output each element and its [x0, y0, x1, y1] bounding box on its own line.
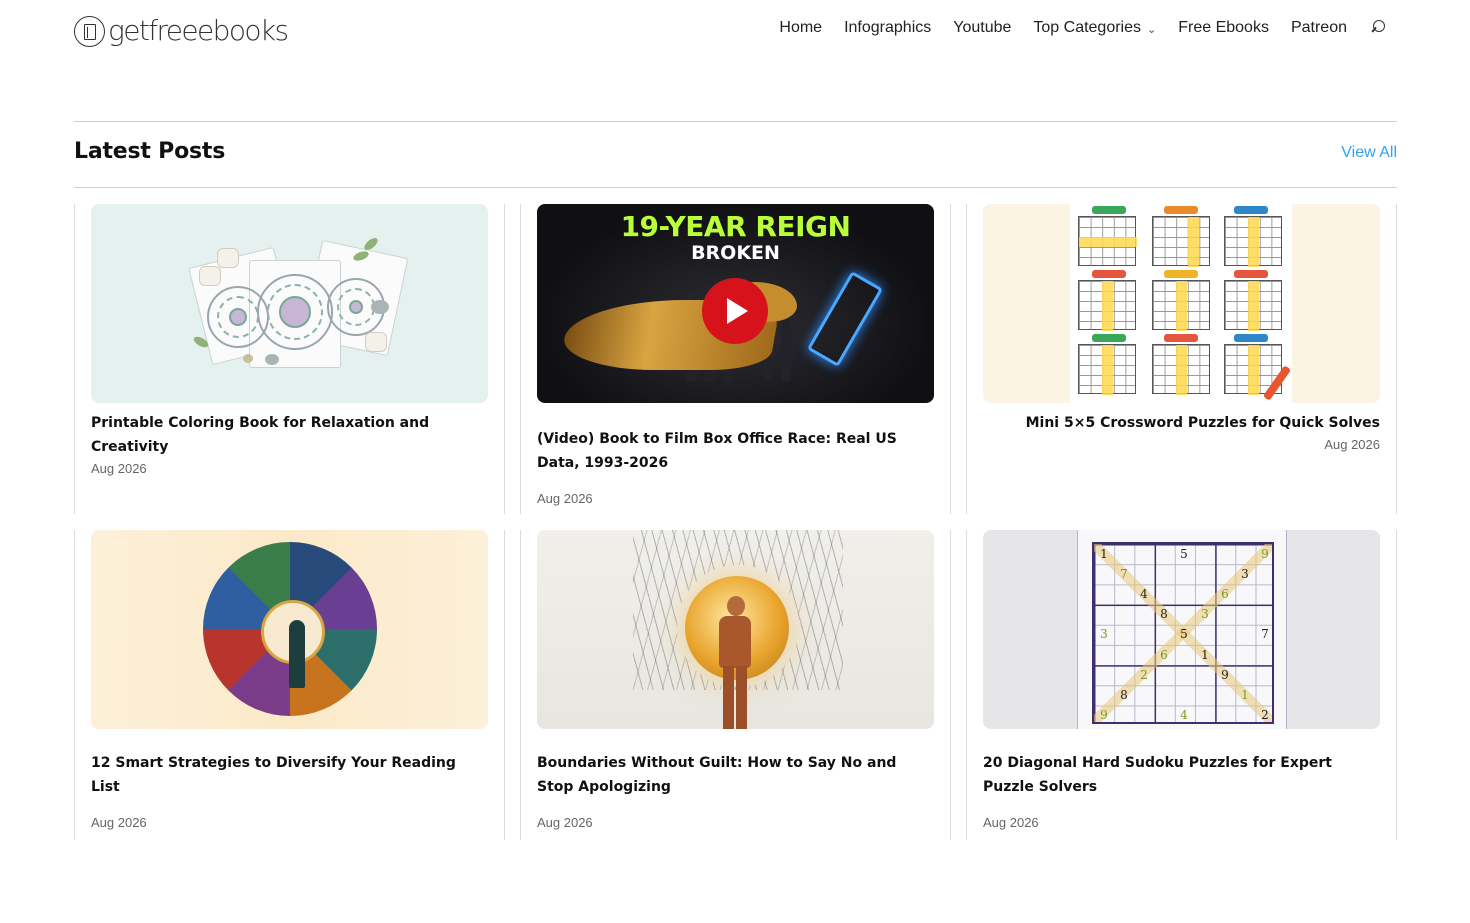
post-card: 19-YEAR REIGN BROKEN (Video) Book to Fil… [520, 204, 951, 514]
sudoku-sheet-image: 1 5 9 7 3 4 6 8 3 3 5 7 6 1 2 9 8 1 9 4 … [1077, 530, 1287, 729]
post-thumbnail-video[interactable]: 19-YEAR REIGN BROKEN [537, 204, 934, 403]
divider-bottom [74, 187, 1397, 188]
post-title[interactable]: 20 Diagonal Hard Sudoku Puzzles for Expe… [983, 751, 1380, 799]
post-card: Printable Coloring Book for Relaxation a… [74, 204, 505, 514]
sudoku-grid-image: 1 5 9 7 3 4 6 8 3 3 5 7 6 1 2 9 8 1 9 4 … [1092, 542, 1274, 724]
nav-top-categories[interactable]: Top Categories ⌄ [1033, 19, 1156, 37]
mandala-image [257, 274, 333, 350]
post-card: Mini 5×5 Crossword Puzzles for Quick Sol… [966, 204, 1397, 514]
post-title[interactable]: Printable Coloring Book for Relaxation a… [91, 411, 488, 459]
post-title[interactable]: 12 Smart Strategies to Diversify Your Re… [91, 751, 488, 799]
post-thumbnail-crosswords[interactable] [983, 204, 1380, 403]
view-all-link[interactable]: View All [1341, 144, 1397, 162]
post-title[interactable]: (Video) Book to Film Box Office Race: Re… [537, 427, 934, 475]
post-thumbnail-sudoku[interactable]: 1 5 9 7 3 4 6 8 3 3 5 7 6 1 2 9 8 1 9 4 … [983, 530, 1380, 729]
nav-free-ebooks[interactable]: Free Ebooks [1178, 19, 1269, 37]
stone-image [265, 354, 279, 365]
puzzle-sheet-image [1070, 204, 1292, 403]
post-title[interactable]: Boundaries Without Guilt: How to Say No … [537, 751, 934, 799]
post-thumbnail-reading-wheel[interactable] [91, 530, 488, 729]
divider-top [74, 121, 1397, 122]
post-card: 1 5 9 7 3 4 6 8 3 3 5 7 6 1 2 9 8 1 9 4 … [966, 530, 1397, 840]
play-icon[interactable] [702, 278, 768, 344]
thumbnail-subheadline: BROKEN [691, 242, 780, 264]
thumbnail-headline: 19-YEAR REIGN [620, 210, 851, 243]
post-card: 12 Smart Strategies to Diversify Your Re… [74, 530, 505, 840]
chevron-down-icon: ⌄ [1147, 23, 1157, 36]
person-silhouette-image [715, 596, 755, 729]
book-logo-icon [74, 15, 105, 47]
posts-row: Printable Coloring Book for Relaxation a… [74, 204, 1398, 514]
main-nav: Home Infographics Youtube Top Categories… [779, 19, 1387, 37]
post-date: Aug 2026 [91, 815, 147, 830]
post-card: Boundaries Without Guilt: How to Say No … [520, 530, 951, 840]
candle-image [217, 248, 239, 268]
post-title[interactable]: Mini 5×5 Crossword Puzzles for Quick Sol… [983, 411, 1380, 435]
posts-row: 12 Smart Strategies to Diversify Your Re… [74, 530, 1398, 840]
section-title: Latest Posts [74, 139, 226, 164]
post-date: Aug 2026 [983, 815, 1039, 830]
post-date: Aug 2026 [537, 815, 593, 830]
reader-figure-image [289, 620, 305, 688]
nav-top-categories-label: Top Categories [1033, 19, 1142, 36]
search-icon[interactable] [1369, 19, 1387, 37]
logo-text: getfreeebooks [108, 14, 289, 47]
post-date: Aug 2026 [537, 491, 593, 506]
site-header: getfreeebooks Home Infographics Youtube … [0, 0, 1470, 62]
posts-grid: Printable Coloring Book for Relaxation a… [74, 204, 1398, 840]
nav-home[interactable]: Home [779, 19, 822, 37]
stone-image [371, 300, 389, 314]
nav-infographics[interactable]: Infographics [844, 19, 931, 37]
post-date: Aug 2026 [1324, 437, 1380, 452]
site-logo[interactable]: getfreeebooks [74, 13, 289, 49]
candle-image [365, 332, 387, 352]
candle-image [199, 266, 221, 286]
post-thumbnail-coloring-book[interactable] [91, 204, 488, 403]
post-date: Aug 2026 [91, 461, 147, 476]
stone-image [243, 354, 253, 363]
nav-patreon[interactable]: Patreon [1291, 19, 1347, 37]
post-thumbnail-boundaries[interactable] [537, 530, 934, 729]
neon-bolt-image [806, 271, 884, 367]
nav-youtube[interactable]: Youtube [953, 19, 1011, 37]
